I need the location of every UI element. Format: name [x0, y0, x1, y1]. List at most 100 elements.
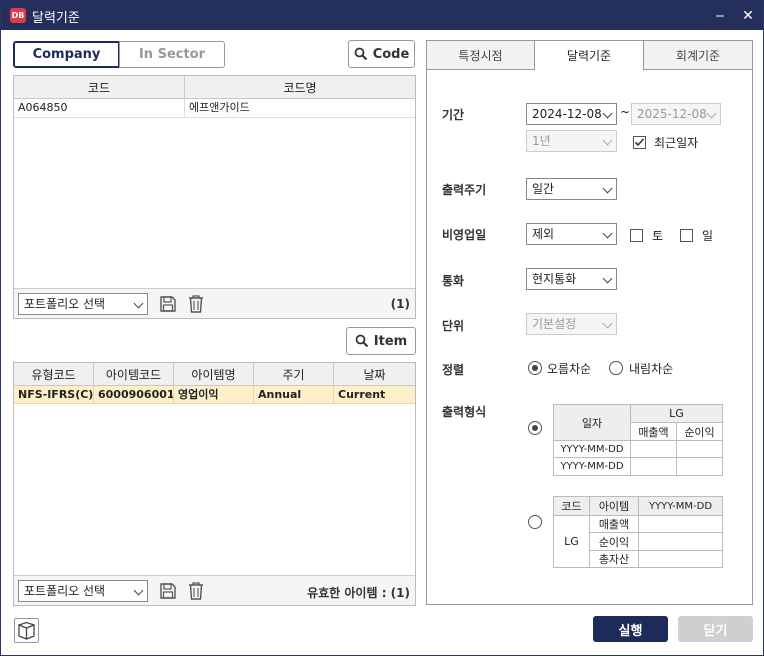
item-count: 유효한 아이템 : (1)	[307, 586, 410, 600]
grid-header-code: 코드	[14, 76, 185, 99]
format-preview-2: 코드 아이템 YYYY-MM-DD LG 매출액 순이익 총자산	[553, 496, 723, 568]
preview-item-header: 아이템	[590, 497, 639, 516]
grid-footer: 포트폴리오 선택 (1)	[14, 288, 415, 318]
grid-header-cycle: 주기	[254, 363, 334, 386]
item-button[interactable]: Item	[346, 327, 416, 355]
save-icon[interactable]	[159, 295, 177, 313]
sort-ascending-radio[interactable]	[528, 361, 542, 375]
portfolio-select[interactable]: 포트폴리오 선택	[18, 580, 148, 602]
preview-company-header: LG	[631, 405, 723, 423]
sort-ascending-label: 오름차순	[547, 362, 592, 376]
dialog-window: DB 달력기준 ‒ ✕ Company In Sector Code 코드 코드…	[0, 0, 764, 656]
format-type1-radio[interactable]	[528, 421, 542, 435]
preview-cell	[631, 458, 677, 476]
title-bar: DB 달력기준 ‒ ✕	[1, 1, 763, 30]
grid-header-item-code: 아이템코드	[94, 363, 174, 386]
grid-footer: 포트폴리오 선택 유효한 아이템 : (1)	[14, 575, 415, 605]
grid-header-code-name: 코드명	[185, 76, 415, 99]
tab-specific-point[interactable]: 특정시점	[426, 40, 535, 70]
start-date-value: 2024-12-08	[532, 107, 602, 121]
manual-button[interactable]	[14, 618, 39, 643]
item-cycle-cell: Annual	[254, 386, 334, 404]
preview-cell	[639, 516, 723, 533]
preview-cell	[677, 458, 723, 476]
sort-descending-label: 내림차순	[629, 362, 674, 376]
item-type-cell: NFS-IFRS(C)	[14, 386, 94, 404]
preview-col1: 매출액	[631, 423, 677, 441]
save-icon[interactable]	[159, 582, 177, 600]
item-date-cell: Current	[338, 388, 386, 401]
item-code-cell: 6000906001	[94, 386, 174, 404]
window-title: 달력기준	[32, 11, 80, 26]
company-name-cell: 에프앤가이드	[189, 101, 250, 114]
close-button[interactable]: 닫기	[678, 616, 753, 642]
book-icon	[18, 621, 35, 640]
output-format-label: 출력형식	[442, 405, 487, 419]
grid-header-item-name: 아이템명	[174, 363, 254, 386]
item-button-label: Item	[373, 333, 408, 349]
portfolio-select[interactable]: 포트폴리오 선택	[18, 293, 148, 315]
trash-icon[interactable]	[187, 294, 205, 314]
sort-descending-radio[interactable]	[609, 361, 623, 375]
table-row[interactable]: NFS-IFRS(C) 6000906001 영업이익 Annual Curre…	[14, 386, 415, 404]
search-icon	[354, 47, 367, 61]
preview-company: LG	[554, 516, 590, 568]
currency-value: 현지통화	[532, 272, 577, 286]
format-preview-1: 일자 LG 매출액 순이익 YYYY-MM-DD YYYY-MM-DD	[553, 404, 723, 476]
preview-item-2: 순이익	[590, 533, 639, 551]
tab-accounting-basis[interactable]: 회계기준	[643, 40, 753, 70]
preview-row1: YYYY-MM-DD	[554, 441, 631, 458]
range-select[interactable]: 1년	[526, 130, 617, 152]
date-separator: ~	[620, 105, 631, 119]
preview-cell	[639, 551, 723, 568]
sunday-label: 일	[702, 229, 714, 243]
preview-cell	[677, 441, 723, 458]
preview-date-header: YYYY-MM-DD	[639, 497, 723, 516]
currency-select[interactable]: 현지통화	[526, 268, 617, 290]
sunday-checkbox[interactable]	[680, 229, 693, 242]
nonbusiness-select[interactable]: 제외	[526, 223, 617, 245]
unit-select[interactable]: 기본설정	[526, 313, 617, 335]
table-row[interactable]: A064850 에프앤가이드	[14, 99, 415, 118]
item-name-cell: 영업이익	[174, 386, 254, 404]
end-date-select[interactable]: 2025-12-08	[631, 103, 721, 125]
close-window-button[interactable]: ✕	[738, 6, 758, 26]
format-type2-radio[interactable]	[528, 515, 542, 529]
range-value: 1년	[532, 134, 551, 148]
company-grid: 코드 코드명 A064850 에프앤가이드 포트폴리오 선택 (1)	[13, 75, 416, 319]
company-code-cell: A064850	[14, 99, 185, 117]
preview-row2: YYYY-MM-DD	[554, 458, 631, 476]
unit-value: 기본설정	[532, 317, 577, 331]
cycle-select[interactable]: 일간	[526, 178, 617, 200]
trash-icon[interactable]	[187, 581, 205, 601]
item-grid: 유형코드 아이템코드 아이템명 주기 날짜 NFS-IFRS(C) 600090…	[13, 362, 416, 606]
company-count: (1)	[390, 297, 410, 311]
currency-label: 통화	[442, 274, 465, 288]
period-label: 기간	[442, 108, 465, 122]
preview-item-3: 총자산	[590, 551, 639, 568]
company-toggle[interactable]: Company	[13, 41, 120, 68]
grid-header-type-code: 유형코드	[14, 363, 94, 386]
start-date-select[interactable]: 2024-12-08	[526, 103, 617, 125]
portfolio-select-value: 포트폴리오 선택	[24, 584, 106, 598]
run-button[interactable]: 실행	[593, 616, 668, 642]
app-logo-icon: DB	[10, 8, 26, 23]
cycle-label: 출력주기	[442, 183, 487, 197]
code-button[interactable]: Code	[348, 40, 415, 68]
preview-cell	[639, 533, 723, 551]
preview-code-header: 코드	[554, 497, 590, 516]
tab-calendar-basis[interactable]: 달력기준	[534, 40, 644, 71]
search-icon	[355, 334, 368, 348]
saturday-checkbox[interactable]	[630, 229, 643, 242]
nonbusiness-label: 비영업일	[442, 228, 487, 242]
nonbusiness-value: 제외	[532, 227, 555, 241]
in-sector-toggle[interactable]: In Sector	[119, 41, 225, 68]
end-date-value: 2025-12-08	[637, 107, 707, 121]
check-icon	[634, 138, 645, 147]
cycle-value: 일간	[532, 182, 555, 196]
preview-date-header: 일자	[554, 405, 631, 441]
preview-col2: 순이익	[677, 423, 723, 441]
preview-item-1: 매출액	[590, 516, 639, 533]
minimize-button[interactable]: ‒	[710, 6, 730, 26]
recent-date-checkbox[interactable]	[633, 136, 646, 149]
